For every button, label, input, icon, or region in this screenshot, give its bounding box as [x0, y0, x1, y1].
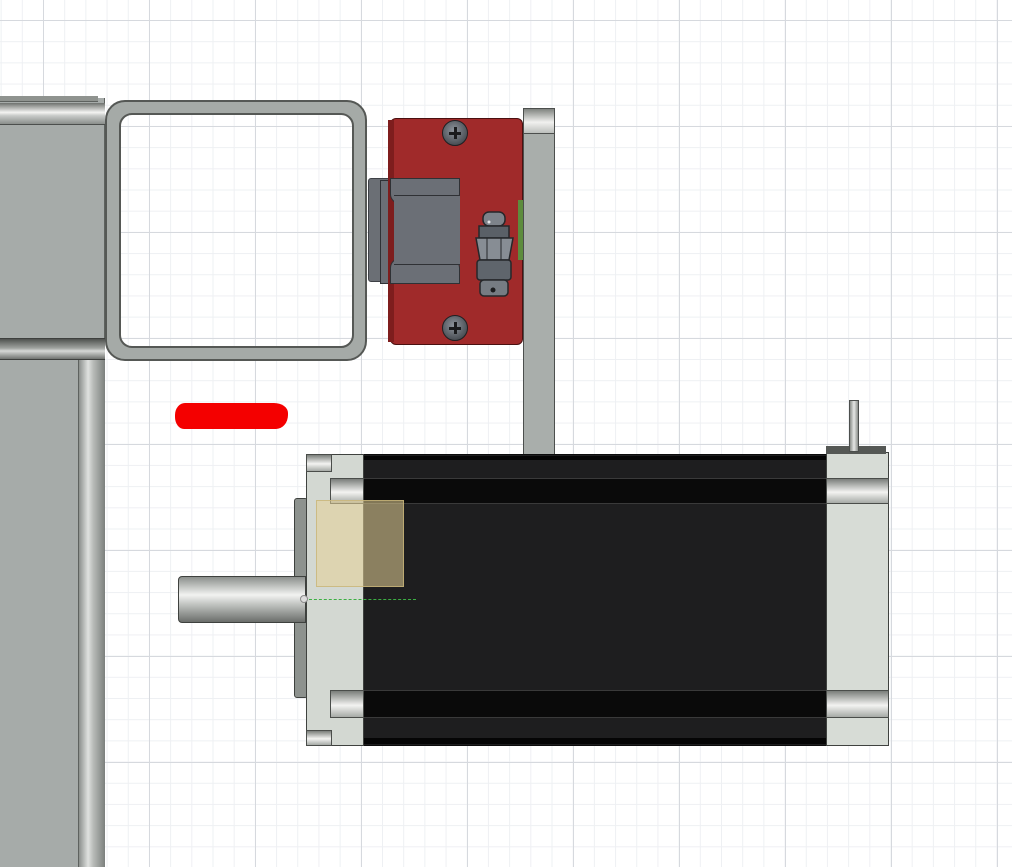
screw-head-icon	[442, 120, 468, 146]
front-endcap-band	[306, 454, 332, 472]
motor-rib	[363, 456, 828, 460]
front-endcap-band	[306, 730, 332, 746]
front-endcap-band	[330, 690, 364, 718]
grease-nipple-icon[interactable]	[473, 210, 517, 298]
rear-endcap-band	[826, 478, 889, 504]
axis-line	[304, 599, 416, 600]
square-tube-hollow	[119, 113, 354, 348]
carriage-web	[394, 195, 460, 265]
selection-highlight	[316, 500, 404, 587]
motor-rib	[363, 690, 828, 718]
frame-vertical-rail[interactable]	[78, 360, 105, 867]
motor-shaft[interactable]	[178, 576, 306, 623]
motor-rib	[363, 738, 828, 744]
rear-endcap-band	[826, 690, 889, 718]
frame-plate-top-edge	[0, 96, 98, 102]
motor-connector-pin[interactable]	[849, 400, 859, 452]
mounting-plate-top-fillet	[523, 108, 555, 134]
frame-mid-chamfer	[0, 338, 105, 360]
frame-top-chamfer	[0, 103, 105, 125]
red-redaction-mark	[175, 403, 288, 429]
screw-head-icon	[442, 315, 468, 341]
motor-rib	[363, 478, 828, 504]
cad-viewport[interactable]	[0, 0, 1012, 867]
origin-point-icon[interactable]	[300, 595, 308, 603]
